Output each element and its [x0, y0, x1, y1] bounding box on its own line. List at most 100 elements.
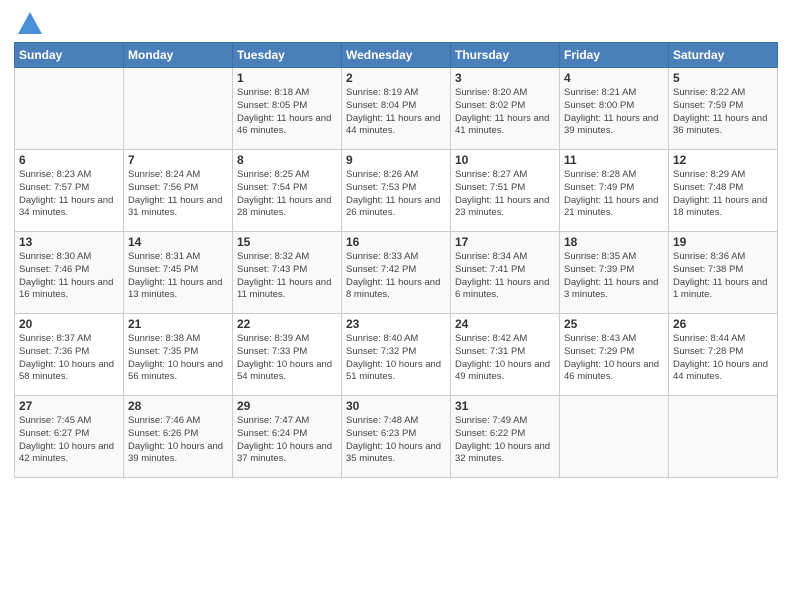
calendar-cell: 17Sunrise: 8:34 AM Sunset: 7:41 PM Dayli… [451, 232, 560, 314]
day-content: Sunrise: 8:22 AM Sunset: 7:59 PM Dayligh… [673, 87, 773, 138]
day-content: Sunrise: 8:35 AM Sunset: 7:39 PM Dayligh… [564, 251, 664, 302]
calendar-cell: 24 Sunrise: 8:42 AM Sunset: 7:31 PM Dayli… [451, 314, 560, 396]
day-content: Sunrise: 8:32 AM Sunset: 7:43 PM Dayligh… [237, 251, 337, 302]
calendar-cell: 25Sunrise: 8:43 AM Sunset: 7:29 PM Dayli… [560, 314, 669, 396]
calendar-cell: 1 Sunrise: 8:18 AM Sunset: 8:05 PM Daylig… [233, 68, 342, 150]
day-content: Sunrise: 8:30 AM Sunset: 7:46 PM Dayligh… [19, 251, 119, 302]
day-content: Sunrise: 8:29 AM Sunset: 7:48 PM Dayligh… [673, 169, 773, 220]
day-content: Sunrise: 8:23 AM Sunset: 7:57 PM Dayligh… [19, 169, 119, 220]
day-content: Sunrise: 8:20 AM Sunset: 8:02 PM Dayligh… [455, 87, 555, 138]
calendar-cell [560, 396, 669, 478]
calendar-week-5: 27 Sunrise: 7:45 AM Sunset: 6:27 PM Dayli… [15, 396, 778, 478]
calendar-cell: 27 Sunrise: 7:45 AM Sunset: 6:27 PM Dayli… [15, 396, 124, 478]
calendar-cell: 16 Sunrise: 8:33 AM Sunset: 7:42 PM Dayli… [342, 232, 451, 314]
day-number: 1 [237, 71, 337, 85]
calendar-cell [124, 68, 233, 150]
weekday-header-thursday: Thursday [451, 43, 560, 68]
day-content: Sunrise: 8:40 AM Sunset: 7:32 PM Dayligh… [346, 333, 446, 384]
calendar-cell: 30 Sunrise: 7:48 AM Sunset: 6:23 PM Dayli… [342, 396, 451, 478]
calendar-cell: 12 Sunrise: 8:29 AM Sunset: 7:48 PM Dayli… [669, 150, 778, 232]
day-content: Sunrise: 7:48 AM Sunset: 6:23 PM Dayligh… [346, 415, 446, 466]
day-number: 25 [564, 317, 664, 331]
calendar-cell: 9Sunrise: 8:26 AM Sunset: 7:53 PM Daylig… [342, 150, 451, 232]
day-number: 22 [237, 317, 337, 331]
day-number: 12 [673, 153, 773, 167]
day-number: 8 [237, 153, 337, 167]
logo [14, 10, 44, 38]
page-header [14, 10, 778, 38]
calendar-table: SundayMondayTuesdayWednesdayThursdayFrid… [14, 42, 778, 478]
calendar-cell: 4 Sunrise: 8:21 AM Sunset: 8:00 PM Daylig… [560, 68, 669, 150]
calendar-cell: 20 Sunrise: 8:37 AM Sunset: 7:36 PM Dayli… [15, 314, 124, 396]
day-number: 28 [128, 399, 228, 413]
day-content: Sunrise: 8:18 AM Sunset: 8:05 PM Dayligh… [237, 87, 337, 138]
day-number: 23 [346, 317, 446, 331]
day-content: Sunrise: 8:27 AM Sunset: 7:51 PM Dayligh… [455, 169, 555, 220]
day-content: Sunrise: 8:36 AM Sunset: 7:38 PM Dayligh… [673, 251, 773, 302]
calendar-cell: 13 Sunrise: 8:30 AM Sunset: 7:46 PM Dayli… [15, 232, 124, 314]
day-number: 27 [19, 399, 119, 413]
day-content: Sunrise: 7:45 AM Sunset: 6:27 PM Dayligh… [19, 415, 119, 466]
day-content: Sunrise: 8:38 AM Sunset: 7:35 PM Dayligh… [128, 333, 228, 384]
day-number: 19 [673, 235, 773, 249]
calendar-cell: 28 Sunrise: 7:46 AM Sunset: 6:26 PM Dayli… [124, 396, 233, 478]
day-number: 2 [346, 71, 446, 85]
weekday-header-row: SundayMondayTuesdayWednesdayThursdayFrid… [15, 43, 778, 68]
day-number: 3 [455, 71, 555, 85]
calendar-cell: 23 Sunrise: 8:40 AM Sunset: 7:32 PM Dayli… [342, 314, 451, 396]
weekday-header-saturday: Saturday [669, 43, 778, 68]
calendar-week-1: 1 Sunrise: 8:18 AM Sunset: 8:05 PM Daylig… [15, 68, 778, 150]
day-content: Sunrise: 8:25 AM Sunset: 7:54 PM Dayligh… [237, 169, 337, 220]
calendar-cell: 21Sunrise: 8:38 AM Sunset: 7:35 PM Dayli… [124, 314, 233, 396]
day-content: Sunrise: 8:24 AM Sunset: 7:56 PM Dayligh… [128, 169, 228, 220]
weekday-header-monday: Monday [124, 43, 233, 68]
day-number: 4 [564, 71, 664, 85]
day-number: 31 [455, 399, 555, 413]
day-content: Sunrise: 7:47 AM Sunset: 6:24 PM Dayligh… [237, 415, 337, 466]
day-content: Sunrise: 8:42 AM Sunset: 7:31 PM Dayligh… [455, 333, 555, 384]
day-number: 30 [346, 399, 446, 413]
weekday-header-sunday: Sunday [15, 43, 124, 68]
weekday-header-wednesday: Wednesday [342, 43, 451, 68]
day-number: 16 [346, 235, 446, 249]
day-number: 15 [237, 235, 337, 249]
calendar-week-2: 6 Sunrise: 8:23 AM Sunset: 7:57 PM Daylig… [15, 150, 778, 232]
calendar-cell: 3 Sunrise: 8:20 AM Sunset: 8:02 PM Daylig… [451, 68, 560, 150]
day-number: 10 [455, 153, 555, 167]
weekday-header-friday: Friday [560, 43, 669, 68]
day-number: 29 [237, 399, 337, 413]
day-number: 14 [128, 235, 228, 249]
calendar-cell: 10 Sunrise: 8:27 AM Sunset: 7:51 PM Dayli… [451, 150, 560, 232]
calendar-cell: 8 Sunrise: 8:25 AM Sunset: 7:54 PM Daylig… [233, 150, 342, 232]
day-number: 20 [19, 317, 119, 331]
day-content: Sunrise: 8:21 AM Sunset: 8:00 PM Dayligh… [564, 87, 664, 138]
calendar-cell: 5 Sunrise: 8:22 AM Sunset: 7:59 PM Daylig… [669, 68, 778, 150]
calendar-cell: 18 Sunrise: 8:35 AM Sunset: 7:39 PM Dayli… [560, 232, 669, 314]
day-content: Sunrise: 8:37 AM Sunset: 7:36 PM Dayligh… [19, 333, 119, 384]
calendar-cell: 6 Sunrise: 8:23 AM Sunset: 7:57 PM Daylig… [15, 150, 124, 232]
day-content: Sunrise: 8:31 AM Sunset: 7:45 PM Dayligh… [128, 251, 228, 302]
calendar-cell: 29 Sunrise: 7:47 AM Sunset: 6:24 PM Dayli… [233, 396, 342, 478]
day-content: Sunrise: 8:33 AM Sunset: 7:42 PM Dayligh… [346, 251, 446, 302]
day-number: 7 [128, 153, 228, 167]
calendar-cell: 14 Sunrise: 8:31 AM Sunset: 7:45 PM Dayli… [124, 232, 233, 314]
logo-icon [16, 10, 44, 38]
day-number: 11 [564, 153, 664, 167]
day-content: Sunrise: 8:44 AM Sunset: 7:28 PM Dayligh… [673, 333, 773, 384]
day-number: 6 [19, 153, 119, 167]
day-content: Sunrise: 7:46 AM Sunset: 6:26 PM Dayligh… [128, 415, 228, 466]
calendar-cell: 31Sunrise: 7:49 AM Sunset: 6:22 PM Dayli… [451, 396, 560, 478]
calendar-cell: 26Sunrise: 8:44 AM Sunset: 7:28 PM Dayli… [669, 314, 778, 396]
calendar-page: SundayMondayTuesdayWednesdayThursdayFrid… [0, 0, 792, 612]
calendar-week-4: 20 Sunrise: 8:37 AM Sunset: 7:36 PM Dayli… [15, 314, 778, 396]
weekday-header-tuesday: Tuesday [233, 43, 342, 68]
day-content: Sunrise: 8:19 AM Sunset: 8:04 PM Dayligh… [346, 87, 446, 138]
day-number: 5 [673, 71, 773, 85]
day-number: 18 [564, 235, 664, 249]
day-content: Sunrise: 8:39 AM Sunset: 7:33 PM Dayligh… [237, 333, 337, 384]
day-number: 9 [346, 153, 446, 167]
calendar-cell [15, 68, 124, 150]
day-number: 13 [19, 235, 119, 249]
day-number: 24 [455, 317, 555, 331]
calendar-cell: 19 Sunrise: 8:36 AM Sunset: 7:38 PM Dayli… [669, 232, 778, 314]
